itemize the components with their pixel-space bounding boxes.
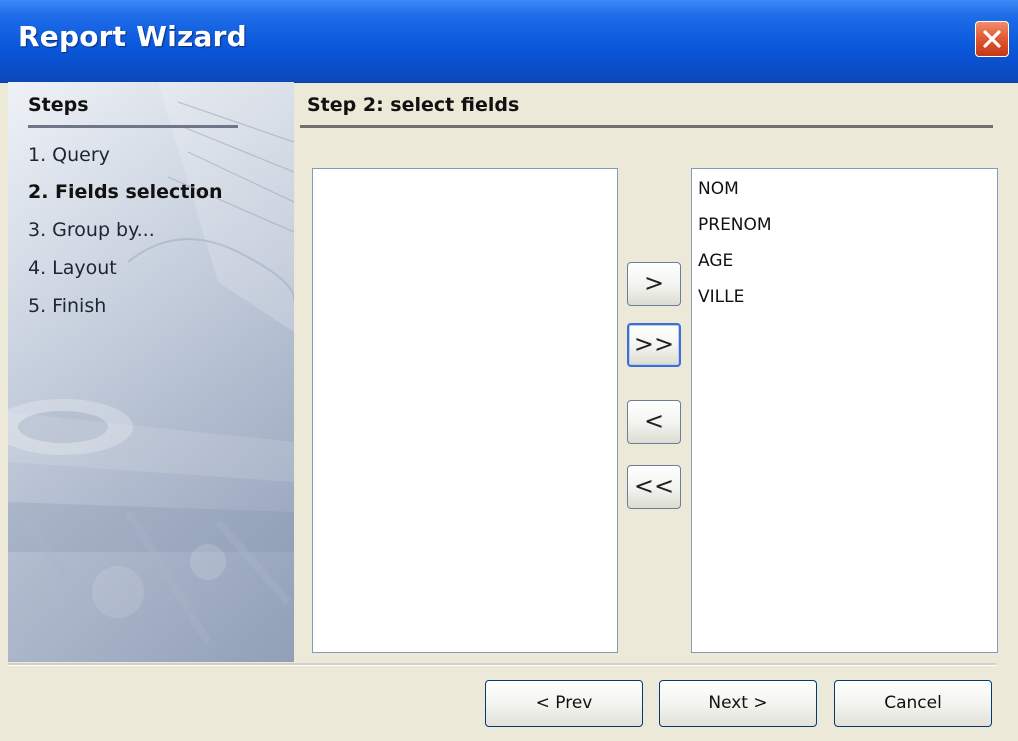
report-wizard-window: Report Wizard Steps 1. Query 2. Fields s…: [0, 0, 1018, 741]
step-layout: 4. Layout: [28, 257, 117, 279]
steps-background-image: [8, 82, 294, 662]
steps-heading: Steps: [28, 94, 89, 116]
step-title-divider: [300, 125, 993, 128]
steps-divider: [28, 125, 238, 128]
add-all-fields-button[interactable]: >>: [627, 323, 681, 367]
selected-fields-list[interactable]: NOM PRENOM AGE VILLE: [691, 168, 998, 653]
step-fields-selection: 2. Fields selection: [28, 181, 223, 203]
list-item[interactable]: NOM: [692, 171, 997, 207]
step-finish: 5. Finish: [28, 295, 107, 317]
prev-button[interactable]: < Prev: [485, 680, 643, 727]
close-icon: [983, 30, 1001, 48]
title-bar[interactable]: Report Wizard: [0, 0, 1018, 83]
available-fields-list[interactable]: [312, 168, 618, 653]
close-button[interactable]: [975, 21, 1009, 57]
step-title: Step 2: select fields: [307, 94, 520, 116]
list-item[interactable]: AGE: [692, 243, 997, 279]
list-item[interactable]: VILLE: [692, 279, 997, 315]
cancel-button[interactable]: Cancel: [834, 680, 992, 727]
list-item[interactable]: PRENOM: [692, 207, 997, 243]
step-group-by: 3. Group by...: [28, 219, 155, 241]
remove-all-fields-button[interactable]: <<: [627, 465, 681, 509]
next-button[interactable]: Next >: [659, 680, 817, 727]
window-title: Report Wizard: [18, 20, 247, 53]
add-field-button[interactable]: >: [627, 262, 681, 306]
steps-panel: Steps 1. Query 2. Fields selection 3. Gr…: [8, 82, 294, 662]
footer-divider: [8, 663, 996, 666]
step-query: 1. Query: [28, 144, 110, 166]
remove-field-button[interactable]: <: [627, 400, 681, 444]
